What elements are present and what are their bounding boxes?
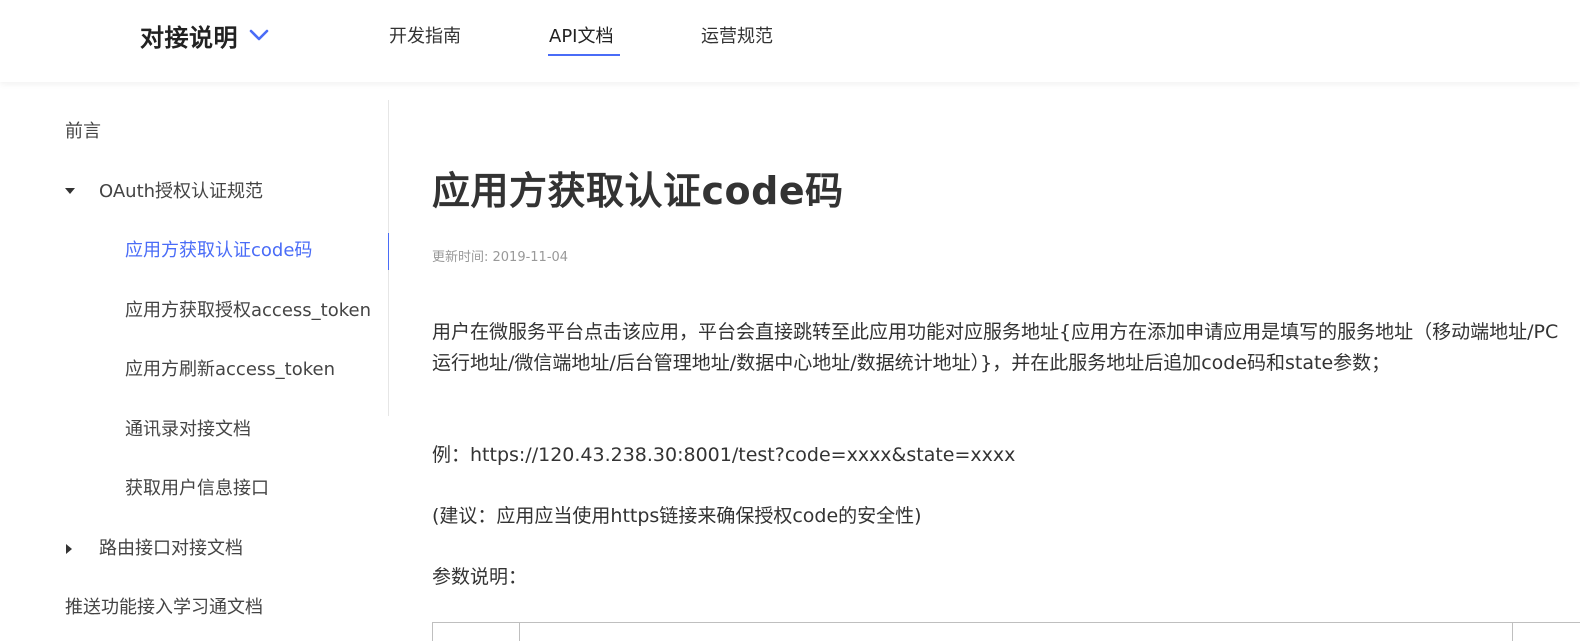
caret-right-icon[interactable] <box>63 543 75 555</box>
page-title: 应用方获取认证code码 <box>432 169 844 213</box>
caret-down-icon[interactable] <box>64 185 76 197</box>
chevron-down-icon <box>249 29 269 41</box>
tab-operation-rules[interactable]: 运营规范 <box>701 22 773 47</box>
sidebar-item-routing-doc[interactable]: 路由接口对接文档 <box>99 537 243 561</box>
example-url-text: 例：https://120.43.238.30:8001/test?code=x… <box>432 444 1016 466</box>
sidebar-item-preface[interactable]: 前言 <box>65 120 101 144</box>
sidebar-item-contacts-doc[interactable]: 通讯录对接文档 <box>125 418 251 442</box>
params-heading: 参数说明： <box>432 566 528 588</box>
top-header: 对接说明 开发指南 API文档 运营规范 <box>0 0 1580 82</box>
active-tab-underline <box>548 54 620 56</box>
sidebar-active-indicator <box>388 233 389 270</box>
brand-menu[interactable]: 对接说明 <box>140 18 270 52</box>
sidebar-item-user-info-api[interactable]: 获取用户信息接口 <box>125 477 269 501</box>
intro-paragraph: 用户在微服务平台点击该应用，平台会直接跳转至此应用功能对应服务地址{应用方在添加… <box>432 321 1559 374</box>
sidebar-item-refresh-access-token[interactable]: 应用方刷新access_token <box>125 358 335 382</box>
brand-title: 对接说明 <box>140 23 238 52</box>
updated-time: 更新时间: 2019-11-04 <box>432 250 569 265</box>
params-table <box>432 622 1580 641</box>
table-column-divider <box>519 622 520 641</box>
sidebar-item-oauth[interactable]: OAuth授权认证规范 <box>99 180 263 204</box>
security-suggestion: (建议：应用应当使用https链接来确保授权code的安全性) <box>432 505 922 527</box>
tab-api-docs[interactable]: API文档 <box>549 22 613 47</box>
sidebar-item-push-doc[interactable]: 推送功能接入学习通文档 <box>65 596 263 620</box>
tab-dev-guide[interactable]: 开发指南 <box>389 22 461 47</box>
sidebar-item-get-code[interactable]: 应用方获取认证code码 <box>125 239 312 263</box>
table-column-divider <box>1512 622 1513 641</box>
sidebar-item-get-access-token[interactable]: 应用方获取授权access_token <box>125 299 371 323</box>
